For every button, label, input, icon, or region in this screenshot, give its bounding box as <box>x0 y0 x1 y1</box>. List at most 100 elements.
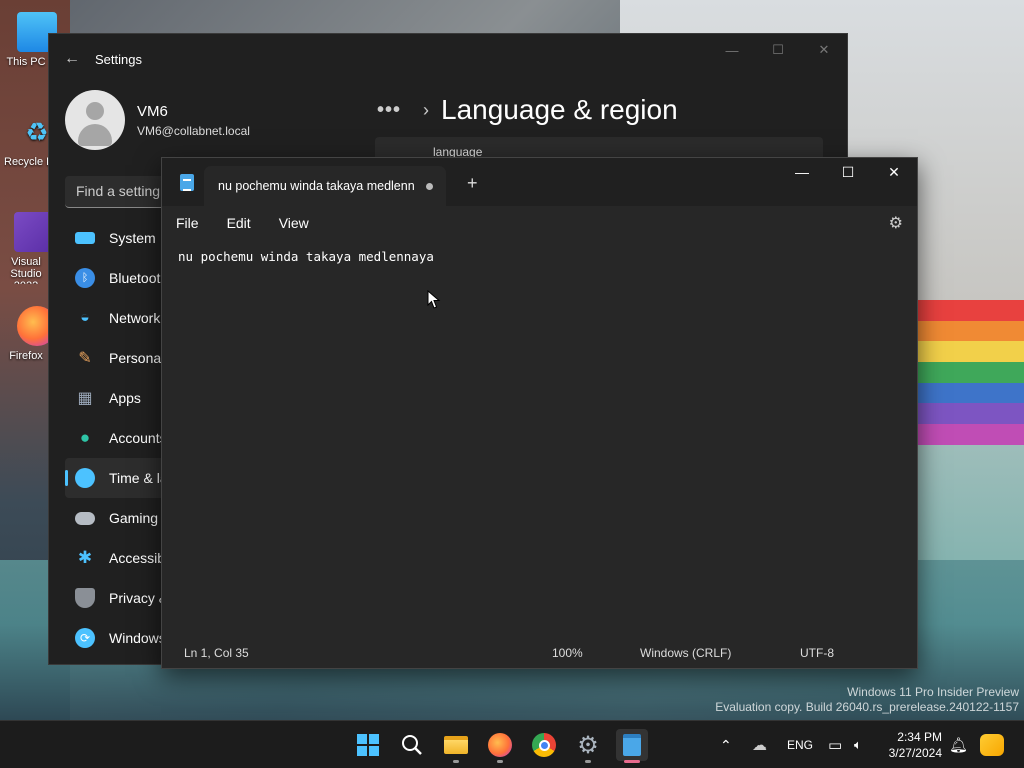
wifi-icon: ◒ <box>80 309 90 326</box>
sidebar-item-label: Accounts <box>109 430 165 446</box>
person-icon: ● <box>79 428 91 447</box>
settings-window-controls: — ☐ ✕ <box>709 34 847 66</box>
menu-file[interactable]: File <box>162 215 213 231</box>
back-arrow-icon[interactable]: ← <box>49 50 95 68</box>
close-button[interactable]: ✕ <box>801 34 847 66</box>
sidebar-item-label: System <box>109 230 156 246</box>
notepad-app-icon <box>180 174 194 191</box>
menu-edit[interactable]: Edit <box>213 215 265 231</box>
clock-time: 2:34 PM <box>897 730 942 744</box>
taskbar: ⚙ ⌃ ☁ ENG ▭ 🔈︎ 2:34 PM 3/27/2024 🔔︎ <box>0 720 1024 768</box>
speaker-muted-icon: 🔈︎ <box>854 737 862 752</box>
accessibility-icon: ✱ <box>77 548 93 567</box>
taskbar-notepad[interactable] <box>616 729 648 763</box>
sidebar-item-label: Bluetooth & devices <box>109 270 165 286</box>
taskbar-file-explorer[interactable] <box>440 729 472 763</box>
desktop-icon-label: Visual Studio 2022 Preview <box>10 256 42 284</box>
start-button[interactable] <box>352 729 384 761</box>
avatar <box>65 90 125 150</box>
settings-nav: System ᛒ Bluetooth & devices ◒ Network & i… <box>65 218 165 658</box>
watermark-line1: Windows 11 Pro Insider Preview <box>847 685 1019 699</box>
search-icon <box>402 735 422 755</box>
input-language[interactable]: ENG <box>787 721 813 768</box>
notepad-window: nu pochemu winda takaya medlennaya + — ☐… <box>161 157 918 669</box>
gear-icon[interactable]: ⚙ <box>889 213 903 233</box>
running-indicator <box>497 760 503 763</box>
desktop-icon-label: Firefox <box>9 350 43 362</box>
clock[interactable]: 2:34 PM 3/27/2024 <box>880 729 942 761</box>
volume-status[interactable]: 🔈︎ <box>854 721 862 768</box>
start-icon <box>357 734 379 756</box>
taskbar-settings[interactable]: ⚙ <box>572 729 604 763</box>
taskbar-firefox[interactable] <box>484 729 516 763</box>
sidebar-item-time-language[interactable]: Time & language <box>65 458 165 498</box>
taskbar-chrome[interactable] <box>528 729 560 761</box>
sidebar-item-system[interactable]: System <box>65 218 165 258</box>
sidebar-item-network[interactable]: ◒ Network & internet <box>65 298 165 338</box>
chevron-right-icon: › <box>423 99 430 120</box>
tab-title: nu pochemu winda takaya medlennaya <box>218 179 414 193</box>
sidebar-item-label: Network & internet <box>109 310 165 326</box>
sidebar-item-label: Accessibility <box>109 550 165 566</box>
cloud-off-icon: ☁ <box>752 737 767 754</box>
notepad-tab[interactable]: nu pochemu winda takaya medlennaya <box>204 166 446 206</box>
copilot-icon <box>980 734 1004 756</box>
user-profile[interactable]: VM6 VM6@collabnet.local <box>65 90 250 150</box>
monitor-icon <box>75 232 95 244</box>
sidebar-item-apps[interactable]: ▦ Apps <box>65 378 165 418</box>
notepad-titlebar: nu pochemu winda takaya medlennaya + — ☐… <box>162 158 917 206</box>
unsaved-dot-icon[interactable] <box>426 182 433 190</box>
copilot-button[interactable] <box>980 721 1004 768</box>
bell-icon: 🔔︎ <box>949 737 969 754</box>
zoom-level: 100% <box>552 646 583 660</box>
notepad-menubar: File Edit View ⚙ <box>162 206 917 240</box>
notifications-button[interactable]: 🔔︎ <box>949 721 968 768</box>
sidebar-item-gaming[interactable]: Gaming <box>65 498 165 538</box>
sidebar-item-accounts[interactable]: ● Accounts <box>65 418 165 458</box>
sidebar-item-personalization[interactable]: ✎ Personalization <box>65 338 165 378</box>
notepad-text-area[interactable]: nu pochemu winda takaya medlennaya <box>178 249 434 264</box>
sidebar-item-label: Time & language <box>109 470 165 486</box>
minimize-button[interactable]: — <box>779 158 825 186</box>
settings-title: Settings <box>95 51 142 67</box>
watermark: Windows 11 Pro Insider Preview Evaluatio… <box>715 685 1019 715</box>
bluetooth-icon: ᛒ <box>75 268 95 288</box>
line-ending: Windows (CRLF) <box>640 646 732 660</box>
sidebar-item-label: Privacy & security <box>109 590 165 606</box>
cursor-position: Ln 1, Col 35 <box>184 646 249 660</box>
maximize-button[interactable]: ☐ <box>755 34 801 66</box>
chrome-icon <box>532 733 556 757</box>
page-title: Language & region <box>441 94 678 125</box>
find-setting-input[interactable]: Find a setting <box>65 176 175 208</box>
breadcrumb: ••• › Language & region <box>377 94 678 126</box>
mouse-cursor-icon <box>427 290 441 309</box>
globe-clock-icon <box>75 468 95 488</box>
new-tab-plus-icon[interactable]: + <box>467 173 478 194</box>
search-button[interactable] <box>396 729 428 761</box>
brush-icon: ✎ <box>78 350 92 367</box>
network-status[interactable]: ▭ <box>828 721 842 768</box>
running-indicator <box>624 760 640 763</box>
maximize-button[interactable]: ☐ <box>825 158 871 186</box>
gamepad-icon <box>75 511 95 525</box>
user-email: VM6@collabnet.local <box>137 123 250 138</box>
onedrive-status[interactable]: ☁ <box>752 721 767 768</box>
close-button[interactable]: ✕ <box>871 158 917 186</box>
show-hidden-icons[interactable]: ⌃ <box>720 721 732 768</box>
user-name: VM6 <box>137 102 168 120</box>
menu-view[interactable]: View <box>265 215 323 231</box>
minimize-button[interactable]: — <box>709 34 755 66</box>
sidebar-item-label: Windows Update <box>109 630 165 646</box>
desktop-icon-label: This PC <box>6 56 46 68</box>
more-icon[interactable]: ••• <box>377 99 401 122</box>
sidebar-item-bluetooth[interactable]: ᛒ Bluetooth & devices <box>65 258 165 298</box>
chevron-up-icon: ⌃ <box>720 736 732 753</box>
sidebar-item-windows-update[interactable]: ⟳ Windows Update <box>65 618 165 658</box>
running-indicator <box>453 760 459 763</box>
sidebar-item-privacy[interactable]: Privacy & security <box>65 578 165 618</box>
sidebar-item-label: Gaming <box>109 510 159 526</box>
settings-titlebar: ← Settings — ☐ ✕ <box>49 34 847 84</box>
file-explorer-icon <box>444 736 468 754</box>
notepad-window-controls: — ☐ ✕ <box>779 158 917 186</box>
sidebar-item-accessibility[interactable]: ✱ Accessibility <box>65 538 165 578</box>
